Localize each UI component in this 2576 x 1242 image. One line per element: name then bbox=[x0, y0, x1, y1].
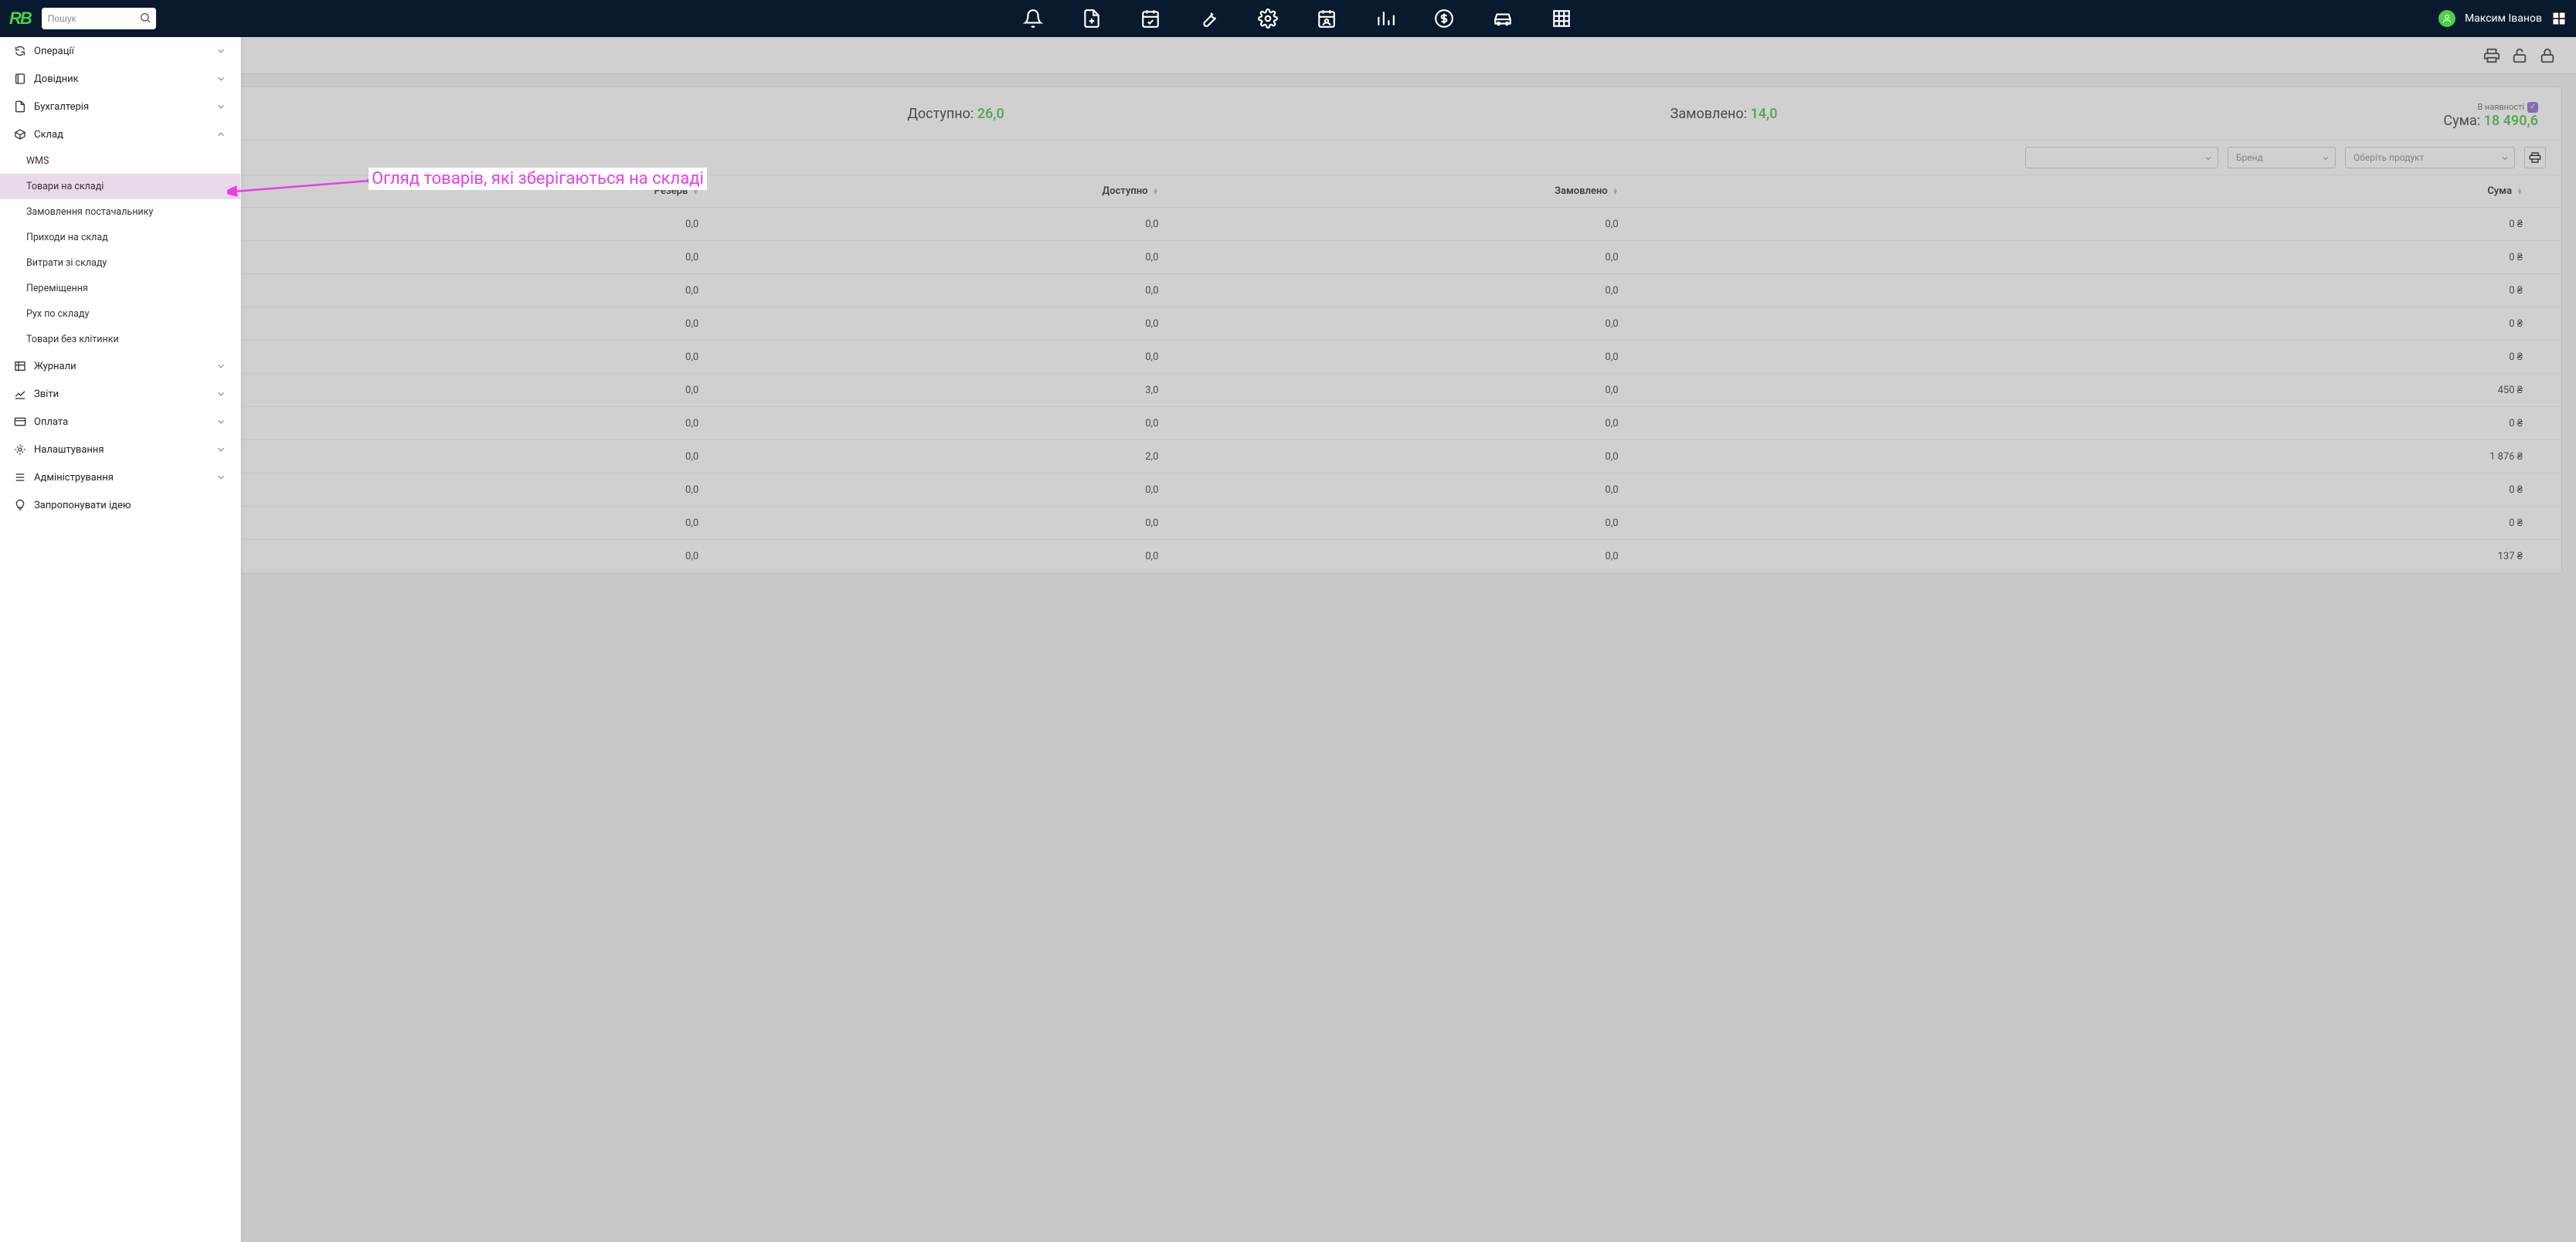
wrench-icon[interactable] bbox=[1199, 8, 1219, 29]
user-avatar[interactable] bbox=[2438, 10, 2455, 27]
sidebar-item[interactable]: Склад bbox=[0, 120, 240, 148]
sidebar-item[interactable]: Бухгалтерія bbox=[0, 93, 240, 120]
sidebar-item-label: Звіти bbox=[34, 389, 216, 400]
sidebar-item[interactable]: Запропонувати ідею bbox=[0, 491, 240, 519]
chevron-down-icon bbox=[216, 444, 226, 455]
sidebar-item[interactable]: Довідник bbox=[0, 65, 240, 93]
topbar: RB bbox=[0, 0, 2576, 37]
table-icon bbox=[14, 360, 26, 372]
bell-icon[interactable] bbox=[1023, 8, 1043, 29]
sidebar-subitem[interactable]: Витрати зі складу bbox=[0, 250, 240, 276]
car-icon[interactable] bbox=[1493, 8, 1513, 29]
modal-dim-overlay bbox=[0, 37, 2576, 1242]
sidebar-subitem[interactable]: Переміщення bbox=[0, 276, 240, 301]
sidebar-item[interactable]: Журнали bbox=[0, 352, 240, 380]
sidebar-item[interactable]: Операції bbox=[0, 37, 240, 65]
dollar-circle-icon[interactable] bbox=[1434, 8, 1454, 29]
settings-gear-icon[interactable] bbox=[1258, 8, 1278, 29]
sidebar-subitem[interactable]: Рух по складу bbox=[0, 301, 240, 327]
topbar-toolbar bbox=[156, 8, 2438, 29]
card-icon bbox=[14, 416, 26, 428]
sidebar-item-label: Оплата bbox=[34, 416, 216, 428]
sidebar-subitem[interactable]: Товари без клітинки bbox=[0, 327, 240, 352]
main-content: Резерв: 1,0 Доступно: 26,0 Замовлено: 14… bbox=[0, 37, 2576, 1242]
chevron-down-icon bbox=[216, 361, 226, 372]
search-icon bbox=[139, 12, 151, 24]
sidebar-item[interactable]: Оплата bbox=[0, 408, 240, 436]
file-plus-icon[interactable] bbox=[1082, 8, 1102, 29]
apps-grid-icon[interactable] bbox=[2551, 11, 2567, 26]
sidebar-item-label: Журнали bbox=[34, 361, 216, 372]
username-label[interactable]: Максим Іванов bbox=[2465, 12, 2542, 25]
sidebar-item-label: Налаштування bbox=[34, 444, 216, 456]
sidebar-subitem[interactable]: Приходи на склад bbox=[0, 225, 240, 250]
sidebar: ОпераціїДовідникБухгалтеріяСкладWMSТовар… bbox=[0, 37, 241, 1242]
app-logo: RB bbox=[9, 8, 31, 29]
chevron-down-icon bbox=[216, 73, 226, 84]
chevron-down-icon bbox=[216, 101, 226, 112]
grid-table-icon[interactable] bbox=[1551, 8, 1572, 29]
calendar-check-icon[interactable] bbox=[1140, 8, 1161, 29]
sidebar-subitem[interactable]: Товари на складі bbox=[0, 174, 240, 199]
sidebar-item[interactable]: Налаштування bbox=[0, 436, 240, 463]
chevron-down-icon bbox=[216, 472, 226, 483]
sidebar-item[interactable]: Адміністрування bbox=[0, 463, 240, 491]
chevron-up-icon bbox=[216, 129, 226, 140]
sidebar-item-label: Операції bbox=[34, 46, 216, 57]
chevron-down-icon bbox=[216, 46, 226, 56]
book-icon bbox=[14, 73, 26, 85]
sync-icon bbox=[14, 45, 26, 57]
sidebar-item-label: Адміністрування bbox=[34, 472, 216, 484]
bulb-icon bbox=[14, 499, 26, 511]
bar-chart-icon[interactable] bbox=[1375, 8, 1395, 29]
chevron-down-icon bbox=[216, 416, 226, 427]
sidebar-item-label: Довідник bbox=[34, 73, 216, 85]
chevron-down-icon bbox=[216, 389, 226, 399]
calendar-user-icon[interactable] bbox=[1317, 8, 1337, 29]
global-search[interactable] bbox=[42, 8, 156, 29]
list-icon bbox=[14, 471, 26, 484]
sidebar-subitem[interactable]: WMS bbox=[0, 148, 240, 174]
sidebar-subitem[interactable]: Замовлення постачальнику bbox=[0, 199, 240, 225]
sidebar-item-label: Бухгалтерія bbox=[34, 101, 216, 113]
box-icon bbox=[14, 128, 26, 141]
gear-icon bbox=[14, 443, 26, 456]
sidebar-item-label: Запропонувати ідею bbox=[34, 500, 226, 511]
topbar-user-area: Максим Іванов bbox=[2438, 10, 2567, 27]
chart-icon bbox=[14, 388, 26, 400]
sidebar-item[interactable]: Звіти bbox=[0, 380, 240, 408]
sidebar-item-label: Склад bbox=[34, 129, 216, 141]
doc-icon bbox=[14, 100, 26, 113]
